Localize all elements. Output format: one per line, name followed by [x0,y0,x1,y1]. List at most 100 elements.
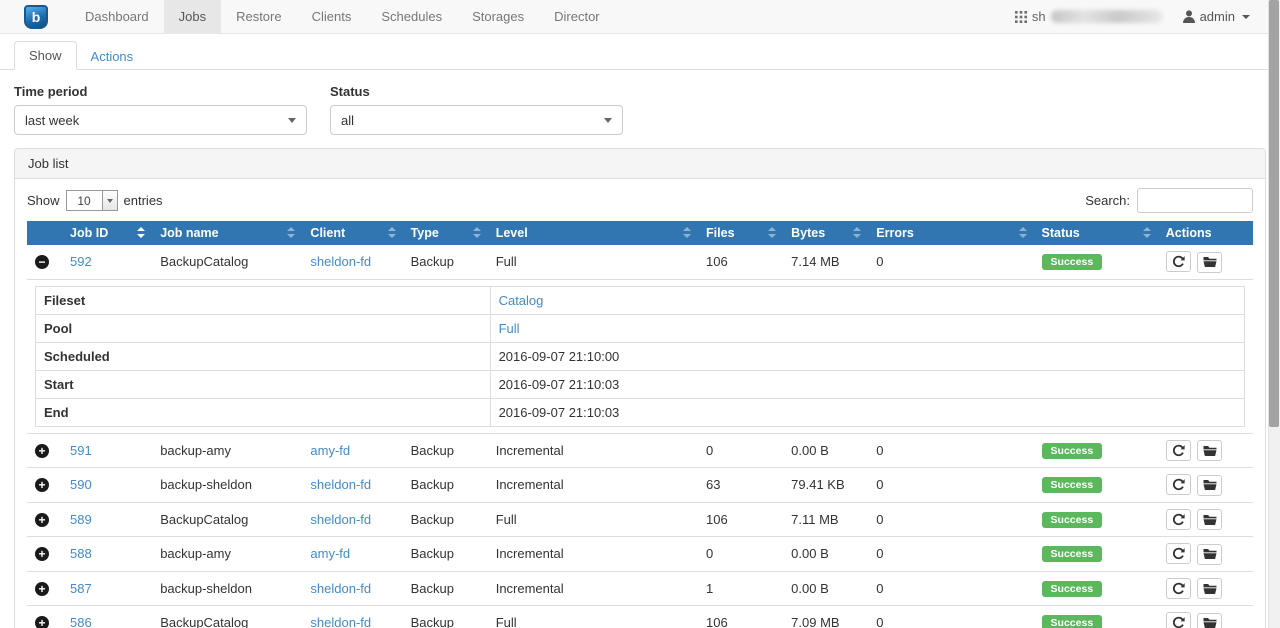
type-cell: Backup [403,537,488,572]
expand-row-button[interactable]: + [35,582,49,596]
client-link[interactable]: sheldon-fd [310,512,371,527]
restart-job-button[interactable] [1166,440,1191,461]
job-name-cell: BackupCatalog [152,606,302,628]
tab-actions[interactable]: Actions [77,43,148,70]
jobs-table: Job ID Job name Client Type Level Files … [27,221,1253,628]
job-id-link[interactable]: 588 [70,546,92,561]
column-header-errors[interactable]: Errors [868,221,1033,245]
client-link[interactable]: sheldon-fd [310,581,371,596]
time-period-select[interactable]: last week [14,105,307,135]
expand-row-button[interactable]: + [35,547,49,561]
restart-job-button[interactable] [1166,612,1191,628]
expand-row-button[interactable]: + [35,444,49,458]
level-cell: Full [488,502,698,537]
level-cell: Incremental [488,433,698,468]
restore-folder-button[interactable] [1197,475,1222,496]
entries-length-control: Show 10 entries [27,190,163,211]
nav-item-restore[interactable]: Restore [221,0,297,33]
detail-value-link[interactable]: Catalog [499,293,544,308]
status-badge: Success [1042,546,1103,562]
top-navbar: b Dashboard Jobs Restore Clients Schedul… [0,0,1280,34]
job-name-cell: backup-amy [152,433,302,468]
detail-label: Pool [36,314,491,342]
restart-icon [1172,444,1185,457]
client-link[interactable]: amy-fd [310,443,350,458]
client-link[interactable]: sheldon-fd [310,615,371,628]
column-header-files[interactable]: Files [698,221,783,245]
host-selector[interactable]: sh [1015,9,1163,24]
status-select[interactable]: all [330,105,623,135]
job-id-link[interactable]: 587 [70,581,92,596]
type-cell: Backup [403,571,488,606]
search-input[interactable] [1137,188,1253,213]
column-header-status[interactable]: Status [1034,221,1158,245]
bytes-cell: 0.00 B [783,433,868,468]
table-row: + 588 backup-amy amy-fd Backup Increment… [27,537,1253,572]
restart-icon [1172,582,1185,595]
entries-select[interactable]: 10 [66,190,118,211]
column-header-client[interactable]: Client [302,221,402,245]
sort-icon [1019,227,1027,238]
column-header-actions: Actions [1158,221,1253,245]
type-cell: Backup [403,245,488,279]
restore-folder-button[interactable] [1197,440,1222,461]
job-id-link[interactable]: 590 [70,477,92,492]
sort-icon [388,227,396,238]
expand-row-button[interactable]: + [35,513,49,527]
restart-job-button[interactable] [1166,509,1191,530]
expand-row-button[interactable]: + [35,478,49,492]
nav-item-dashboard[interactable]: Dashboard [70,0,164,33]
username: admin [1200,9,1235,24]
nav-item-director[interactable]: Director [539,0,615,33]
user-menu[interactable]: admin [1183,9,1250,24]
restore-folder-button[interactable] [1197,544,1222,565]
scrollbar-thumb[interactable] [1269,0,1279,427]
status-badge: Success [1042,581,1103,597]
column-header-job-id[interactable]: Job ID [62,221,152,245]
tab-bar: Show Actions [0,34,1280,70]
job-id-link[interactable]: 591 [70,443,92,458]
expand-row-button[interactable]: + [35,616,49,628]
restore-folder-button[interactable] [1197,252,1222,273]
client-link[interactable]: amy-fd [310,546,350,561]
job-id-link[interactable]: 586 [70,615,92,628]
collapse-row-button[interactable]: − [35,255,49,269]
client-link[interactable]: sheldon-fd [310,254,371,269]
restart-job-button[interactable] [1166,251,1191,272]
folder-icon [1203,514,1217,526]
bytes-cell: 7.14 MB [783,245,868,279]
restart-job-button[interactable] [1166,543,1191,564]
status-value: all [341,113,354,128]
errors-cell: 0 [868,245,1033,279]
restore-folder-button[interactable] [1197,613,1222,628]
column-header-level[interactable]: Level [488,221,698,245]
detail-value-link[interactable]: Full [499,321,520,336]
folder-icon [1203,256,1217,268]
status-badge: Success [1042,615,1103,628]
column-header-type[interactable]: Type [403,221,488,245]
client-link[interactable]: sheldon-fd [310,477,371,492]
sort-icon [287,227,295,238]
job-name-cell: backup-amy [152,537,302,572]
restart-icon [1172,255,1185,268]
brand[interactable]: b [24,0,48,33]
nav-item-storages[interactable]: Storages [457,0,539,33]
tab-show[interactable]: Show [14,41,77,70]
restore-folder-button[interactable] [1197,578,1222,599]
errors-cell: 0 [868,606,1033,628]
job-id-link[interactable]: 589 [70,512,92,527]
time-period-value: last week [25,113,79,128]
nav-item-schedules[interactable]: Schedules [366,0,457,33]
chevron-down-icon [604,118,612,123]
vertical-scrollbar[interactable] [1268,0,1280,628]
nav-item-clients[interactable]: Clients [297,0,367,33]
job-id-link[interactable]: 592 [70,254,92,269]
errors-cell: 0 [868,433,1033,468]
restart-job-button[interactable] [1166,578,1191,599]
restart-job-button[interactable] [1166,474,1191,495]
restore-folder-button[interactable] [1197,509,1222,530]
column-header-job-name[interactable]: Job name [152,221,302,245]
status-label: Status [330,84,623,99]
column-header-bytes[interactable]: Bytes [783,221,868,245]
nav-item-jobs[interactable]: Jobs [164,0,221,33]
